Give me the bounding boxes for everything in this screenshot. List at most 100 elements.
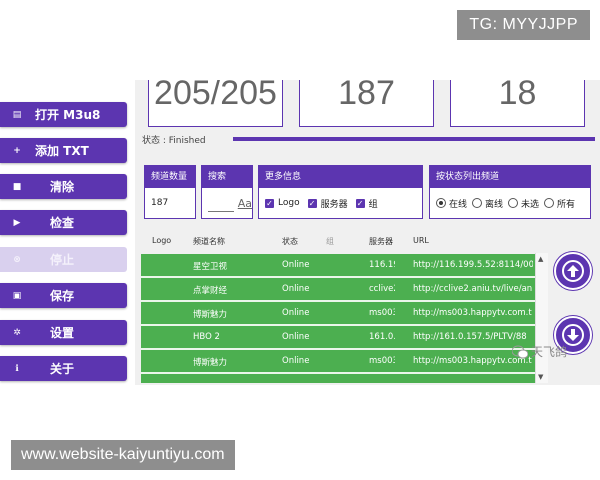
trash-icon: ■ [12,181,22,192]
settings-button[interactable]: ✲ 设置 [0,320,127,345]
radio-online-label: 在线 [449,199,468,210]
row-status: Online [282,332,310,342]
save-button[interactable]: ▣ 保存 [0,283,127,308]
row-name: 博斯魅力 [193,310,228,320]
radio-all-label: 所有 [557,199,576,210]
row-server: 116.199.5.52 [369,260,395,270]
row-server: cclive2.aniu.tv [369,284,395,294]
arrow-up-icon [562,260,584,282]
col-server[interactable]: 服务器 [369,236,393,247]
list-by-status-group: 按状态列出频道 在线 离线 未选 所有 [429,165,591,219]
wechat-icon [512,345,528,358]
row-url: http://cclive2.aniu.tv/live/an [413,284,533,294]
online-count-box: 187 [299,80,434,127]
info-icon: ℹ [15,363,19,374]
more-info-title: 更多信息 [259,166,422,188]
radio-unselected-label: 未选 [521,199,540,210]
offline-count-box: 18 [450,80,585,127]
checkmark-icon: ✓ [307,198,317,208]
row-name: 点掌财经 [193,286,228,296]
row-url: http://116.199.5.52:8114/00 [413,260,533,270]
row-name: 博斯魅力 [193,358,228,368]
table-header: Logo 频道名称 状态 组 服务器 URL [141,228,535,254]
check-button[interactable]: ▶ 检查 [0,210,127,235]
server-checkbox[interactable]: ✓ 服务器 [307,197,348,210]
row-url: http://161.0.157.5/PLTV/88 [413,332,527,342]
stop-label: 停止 [50,253,75,267]
radio-online[interactable]: 在线 [436,197,467,210]
radio-selected-icon [436,198,446,208]
stop-icon: ⊗ [13,254,21,265]
search-input[interactable] [208,195,234,212]
row-name: 星空卫视 [193,262,228,272]
row-status: Online [282,260,310,270]
sidebar: ▤ 打开 M3u8 + 添加 TXT ■ 清除 ▶ 检查 ⊗ 停止 ▣ 保存 ✲… [0,80,135,385]
total-count-value: 205/205 [154,80,277,112]
clear-label: 清除 [50,180,75,194]
offline-count-value: 18 [498,80,537,112]
row-status: Online [282,308,310,318]
col-status[interactable]: 状态 [282,236,298,247]
move-up-button[interactable] [554,252,592,290]
stop-button[interactable]: ⊗ 停止 [0,247,127,272]
logo-checkbox[interactable]: ✓ Logo [265,198,300,208]
server-checkbox-label: 服务器 [320,199,348,210]
group-checkbox-label: 组 [368,199,378,210]
save-label: 保存 [50,289,75,303]
col-url[interactable]: URL [413,236,429,245]
table-scrollbar[interactable]: ▲ ▼ [535,253,548,383]
scroll-down-arrow-icon[interactable]: ▼ [538,373,543,381]
more-info-group: 更多信息 ✓ Logo ✓ 服务器 ✓ 组 [258,165,423,219]
website-watermark-badge: www.website-kaiyuntiyu.com [11,440,235,470]
list-by-status-title: 按状态列出频道 [430,166,590,188]
row-status: Online [282,284,310,294]
clear-button[interactable]: ■ 清除 [0,174,127,199]
match-case-icon[interactable]: Aa [238,197,252,210]
group-checkbox[interactable]: ✓ 组 [355,197,378,210]
app-window: ▤ 打开 M3u8 + 添加 TXT ■ 清除 ▶ 检查 ⊗ 停止 ▣ 保存 ✲… [0,80,600,385]
progress-bar [233,137,595,141]
radio-all[interactable]: 所有 [544,197,575,210]
table-row[interactable]: 博斯魅力 Online ms003.happytv.com.tw http://… [141,302,535,326]
settings-label: 设置 [50,326,75,340]
radio-offline[interactable]: 离线 [472,197,503,210]
gear-icon: ✲ [13,327,21,338]
radio-icon [508,198,519,208]
table-row[interactable]: 点掌财经 Online cclive2.aniu.tv http://ccliv… [141,278,535,302]
row-server: 161.0.157.5 [369,332,395,342]
row-server: ms003.happytv.com.tw [369,356,395,366]
col-group[interactable]: 组 [326,236,334,247]
table-row[interactable]: HBO 2 Online 161.0.157.5 http://161.0.15… [141,326,535,350]
about-button[interactable]: ℹ 关于 [0,356,127,381]
save-icon: ▣ [12,290,22,301]
about-label: 关于 [50,362,75,376]
table-row[interactable]: 博斯魅力 Online ms003.happytv.com.tw http://… [141,350,535,374]
add-txt-button[interactable]: + 添加 TXT [0,138,127,163]
radio-icon [472,198,483,208]
table-row[interactable]: 星空卫视 Online 116.199.5.52 http://116.199.… [141,254,535,278]
plus-icon: + [13,145,21,156]
row-name: HBO 2 [193,332,220,342]
table-row[interactable] [141,374,535,383]
search-title: 搜索 [202,166,252,188]
col-logo[interactable]: Logo [152,236,171,245]
row-status: Online [282,356,310,366]
add-txt-label: 添加 TXT [35,144,89,158]
scroll-up-arrow-icon[interactable]: ▲ [538,255,543,263]
channel-count-title: 频道数量 [145,166,195,188]
checkmark-icon: ✓ [355,198,365,208]
logo-checkbox-label: Logo [278,198,300,208]
open-m3u8-button[interactable]: ▤ 打开 M3u8 [0,102,127,127]
wechat-watermark: 天飞鸽 [512,343,567,360]
channel-count-group: 频道数量 187 [144,165,196,219]
online-count-value: 187 [338,80,395,112]
col-name[interactable]: 频道名称 [193,236,225,247]
status-text: 状态 : Finished [142,136,206,146]
radio-unselected[interactable]: 未选 [508,197,539,210]
checkmark-icon: ✓ [265,198,274,208]
radio-icon [544,198,555,208]
open-m3u8-label: 打开 M3u8 [35,108,101,122]
channel-count-value: 187 [151,198,169,208]
search-group: 搜索 Aa [201,165,253,219]
radio-offline-label: 离线 [485,199,504,210]
